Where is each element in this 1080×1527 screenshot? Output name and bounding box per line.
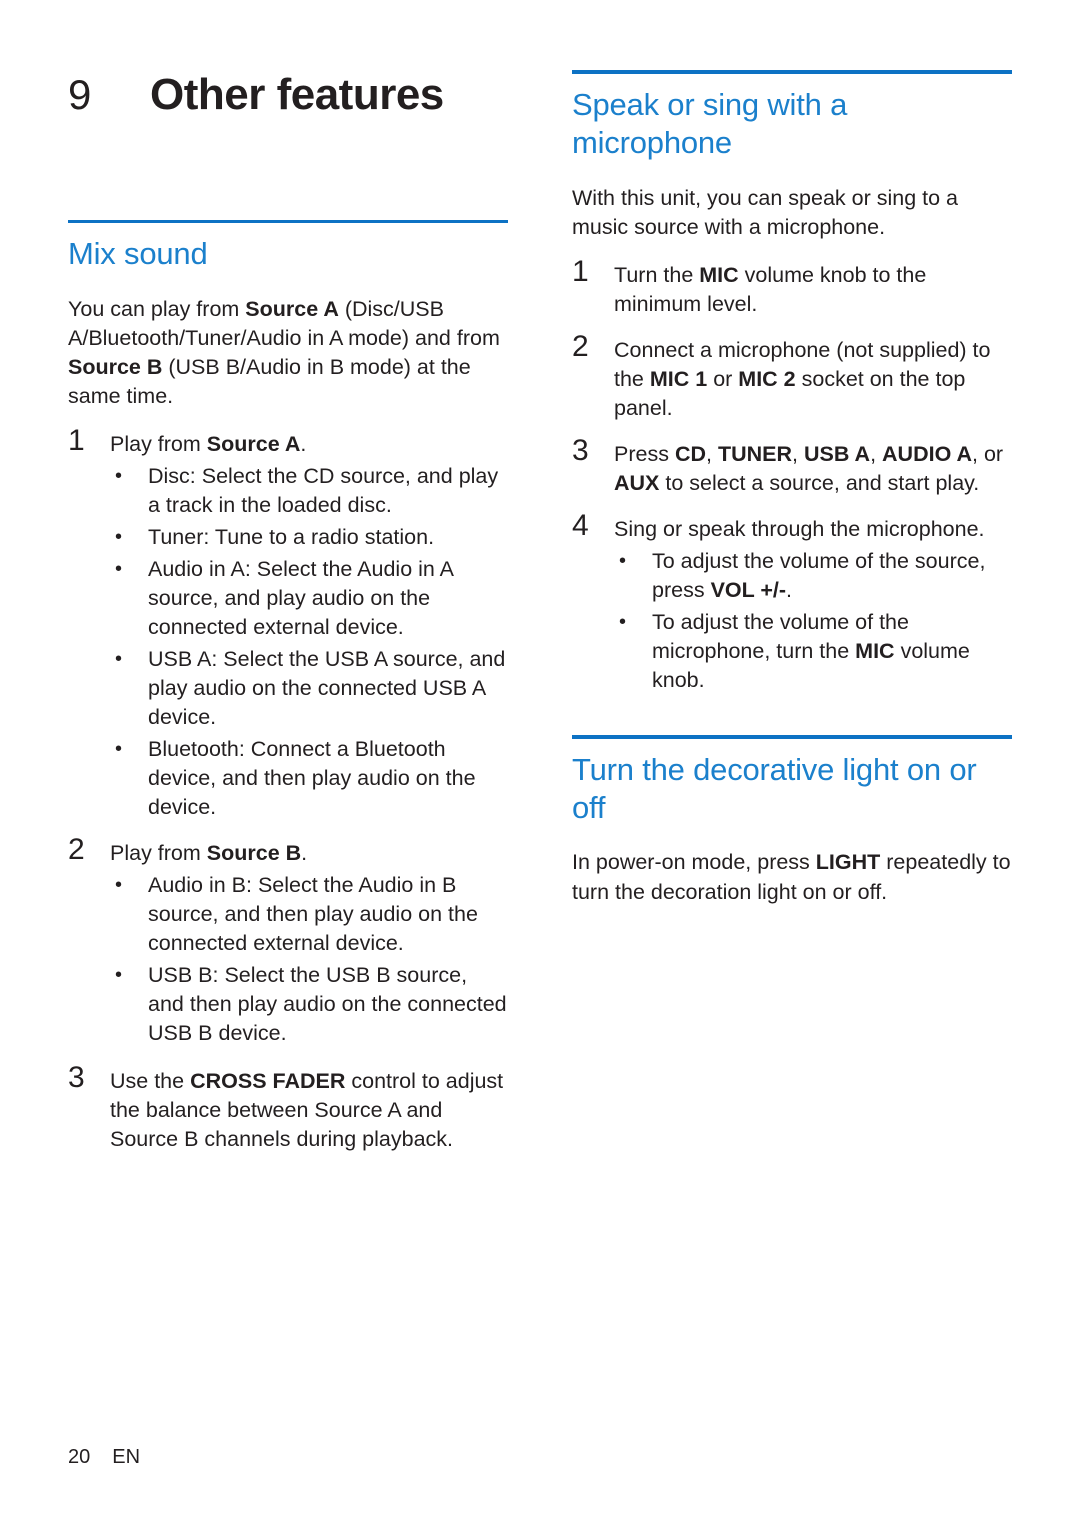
bullet-item: • Tuner: Tune to a radio station.	[110, 523, 508, 552]
left-column: 9 Other features Mix sound You can play …	[68, 70, 508, 1154]
step-number: 2	[572, 329, 589, 363]
bullet-text: Tuner: Tune to a radio station.	[148, 524, 435, 549]
microphone-steps: 1 Turn the MIC volume knob to the minimu…	[572, 256, 1012, 695]
mix-sound-intro: You can play from Source A (Disc/USB A/B…	[68, 296, 500, 408]
step-text: Use the CROSS FADER control to adjust th…	[110, 1069, 504, 1152]
step-item: 2 Connect a microphone (not supplied) to…	[572, 331, 1012, 423]
step-bullets: • Audio in B: Select the Audio in B sour…	[110, 871, 508, 1048]
bullet-dot: •	[115, 557, 123, 580]
bullet-dot: •	[115, 874, 123, 897]
source-a-label: Source A	[245, 296, 339, 321]
bullet-text: USB A: Select the USB A source, and play…	[148, 646, 506, 730]
chapter-title: Other features	[150, 70, 444, 119]
step-text: Sing or speak through the microphone.	[614, 516, 985, 541]
bullet-dot: •	[619, 549, 627, 572]
step-item: 2 Play from Source B.	[68, 834, 508, 868]
bullet-item: • To adjust the volume of the microphone…	[614, 608, 1012, 695]
mix-sound-steps: 1 Play from Source A. • Disc: Select the…	[68, 425, 508, 1154]
step-text: Turn the MIC volume knob to the minimum …	[614, 262, 927, 316]
bullet-dot: •	[115, 464, 123, 487]
bullet-text: Bluetooth: Connect a Bluetooth device, a…	[148, 737, 476, 820]
bullet-item: • Audio in A: Select the Audio in A sour…	[110, 555, 508, 642]
bullet-text: To adjust the volume of the microphone, …	[652, 609, 970, 692]
bullet-text: To adjust the volume of the source, pres…	[652, 548, 986, 602]
step-item: 3 Use the CROSS FADER control to adjust …	[68, 1062, 508, 1154]
section-rule-microphone	[572, 70, 1012, 74]
step-item: 1 Play from Source A.	[68, 425, 508, 459]
right-column: Speak or sing with a microphone With thi…	[572, 70, 1012, 907]
decorative-light-body: In power-on mode, press LIGHT repeatedly…	[572, 850, 1011, 904]
step-number: 1	[572, 254, 589, 288]
section-heading-microphone: Speak or sing with a microphone	[572, 87, 848, 160]
bullet-item: • Bluetooth: Connect a Bluetooth device,…	[110, 735, 508, 822]
step-item: 3 Press CD, TUNER, USB A, AUDIO A, or AU…	[572, 435, 1012, 498]
microphone-intro: With this unit, you can speak or sing to…	[572, 185, 959, 239]
bullet-text: USB B: Select the USB B source, and then…	[148, 963, 507, 1046]
step-number: 4	[572, 508, 589, 542]
bullet-item: • USB B: Select the USB B source, and th…	[110, 961, 508, 1048]
bullet-item: • To adjust the volume of the source, pr…	[614, 547, 1012, 605]
bullet-dot: •	[115, 738, 123, 761]
bullet-dot: •	[619, 610, 627, 633]
bullet-text: Audio in B: Select the Audio in B source…	[148, 873, 478, 956]
section-heading-decorative-light: Turn the decorative light on or off	[572, 751, 977, 825]
bullet-item: • Disc: Select the CD source, and play a…	[110, 462, 508, 520]
page-number: 20	[68, 1446, 91, 1468]
bullet-dot: •	[115, 525, 123, 548]
page-language: EN	[112, 1446, 141, 1468]
step-text: Play from Source A.	[110, 431, 307, 456]
step-bullets: • To adjust the volume of the source, pr…	[614, 547, 1012, 695]
source-b-label: Source B	[68, 354, 163, 379]
manual-page: 9 Other features Mix sound You can play …	[0, 0, 1080, 1527]
step-text: Play from Source B.	[110, 841, 308, 866]
step-text: Connect a microphone (not supplied) to t…	[614, 337, 991, 420]
step-number: 1	[68, 423, 85, 457]
bullet-text: Disc: Select the CD source, and play a t…	[148, 463, 499, 517]
section-rule-mix-sound	[68, 220, 508, 223]
page-footer: 20 EN	[68, 1446, 140, 1469]
section-rule-decorative-light	[572, 734, 1012, 739]
step-text: Press CD, TUNER, USB A, AUDIO A, or AUX …	[614, 441, 1004, 495]
bullet-item: • Audio in B: Select the Audio in B sour…	[110, 871, 508, 958]
step-item: 4 Sing or speak through the microphone.	[572, 510, 1012, 544]
bullet-dot: •	[115, 647, 123, 670]
bullet-item: • USB A: Select the USB A source, and pl…	[110, 645, 508, 732]
chapter-number: 9	[68, 71, 91, 118]
section-heading-mix-sound: Mix sound	[68, 236, 208, 271]
step-bullets: • Disc: Select the CD source, and play a…	[110, 462, 508, 822]
step-number: 3	[68, 1061, 85, 1095]
step-number: 3	[572, 433, 589, 467]
bullet-text: Audio in A: Select the Audio in A source…	[148, 556, 453, 639]
bullet-dot: •	[115, 964, 123, 987]
chapter-heading: 9 Other features	[68, 70, 508, 120]
step-number: 2	[68, 833, 85, 867]
step-item: 1 Turn the MIC volume knob to the minimu…	[572, 256, 1012, 319]
